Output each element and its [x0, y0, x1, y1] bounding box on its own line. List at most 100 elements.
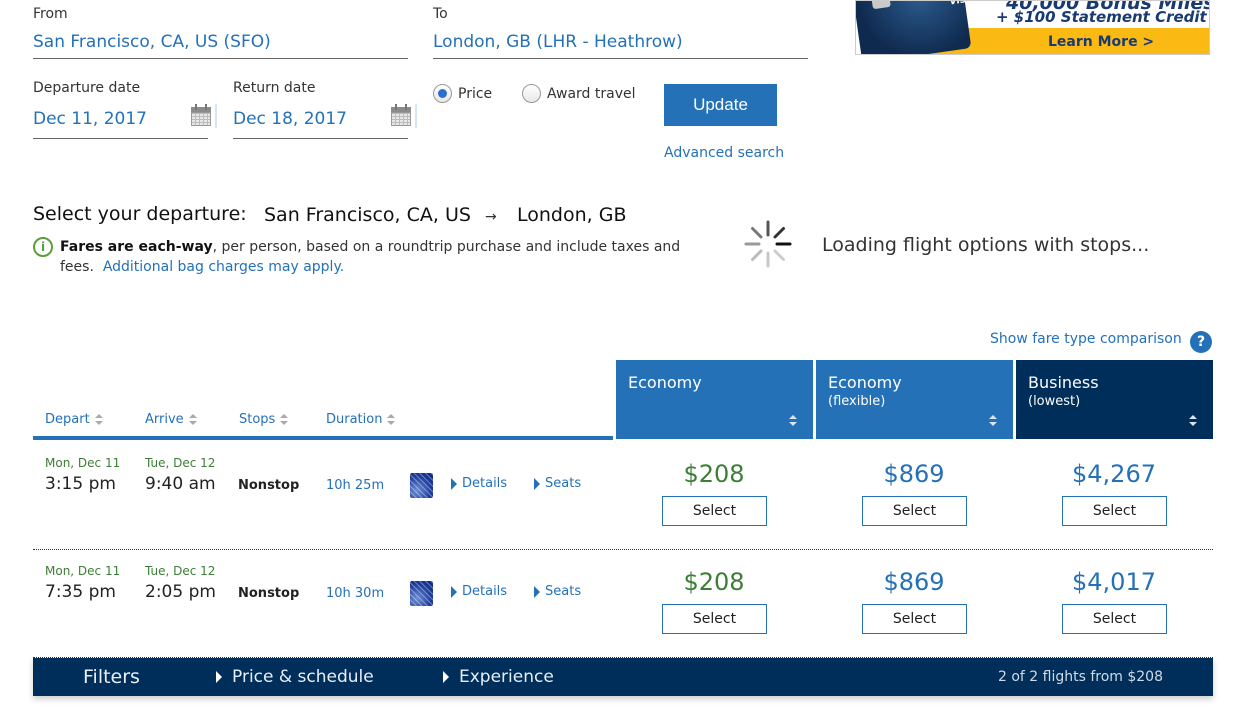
to-label: To — [433, 6, 448, 22]
depart-day: Mon, Dec 11 — [45, 456, 121, 470]
flights-count-summary: 2 of 2 flights from $208 — [997, 669, 1163, 685]
price-radio[interactable]: Price — [433, 84, 492, 103]
calendar-icon[interactable] — [190, 104, 217, 128]
sort-icon — [188, 414, 197, 425]
departure-date-value[interactable]: Dec 11, 2017 — [33, 109, 147, 129]
select-economy-flexible-button[interactable]: Select — [862, 496, 967, 526]
price-economy: $208 — [683, 460, 745, 488]
route-arrow-icon: → — [485, 209, 497, 225]
sort-duration[interactable]: Duration — [326, 412, 396, 427]
duration-value: 10h 30m — [326, 586, 385, 601]
airline-globe-logo-icon — [410, 581, 433, 606]
select-economy-button[interactable]: Select — [662, 496, 767, 526]
seats-label: Seats — [545, 476, 582, 491]
arrive-time: 2:05 pm — [145, 582, 216, 602]
expand-caret-icon — [534, 585, 540, 598]
flight-row: Mon, Dec 11 3:15 pm Tue, Dec 12 9:40 am … — [33, 442, 1213, 550]
return-date-value[interactable]: Dec 18, 2017 — [233, 109, 347, 129]
price-economy: $208 — [683, 568, 745, 596]
route-destination: London, GB — [517, 204, 627, 226]
price-economy-flexible: $869 — [883, 568, 945, 596]
details-label: Details — [462, 584, 508, 599]
col-stops-label: Stops — [239, 412, 276, 427]
cabin-title: Economy — [628, 373, 702, 392]
select-business-button[interactable]: Select — [1062, 496, 1167, 526]
price-schedule-filter[interactable]: Price & schedule — [216, 667, 374, 687]
sort-depart[interactable]: Depart — [45, 412, 103, 427]
cabin-title: Business — [1028, 373, 1099, 392]
seats-label: Seats — [545, 584, 582, 599]
sort-arrive[interactable]: Arrive — [145, 412, 197, 427]
loading-spinner-icon — [744, 220, 792, 268]
return-date-field[interactable]: Dec 18, 2017 — [233, 104, 417, 139]
depart-day: Mon, Dec 11 — [45, 564, 121, 578]
fares-note: Fares are each-way, per person, based on… — [60, 237, 700, 277]
price-economy-flexible: $869 — [883, 460, 945, 488]
depart-time: 3:15 pm — [45, 474, 116, 494]
award-travel-radio-label: Award travel — [547, 85, 636, 102]
from-input[interactable]: San Francisco, CA, US (SFO) — [33, 32, 408, 59]
header-divider — [33, 436, 613, 440]
return-date-label: Return date — [233, 80, 316, 96]
award-travel-radio[interactable]: Award travel — [522, 84, 636, 103]
cabin-subtitle: (lowest) — [1028, 394, 1081, 409]
visa-logo: VISA — [949, 0, 975, 8]
details-link[interactable]: Details — [451, 476, 507, 491]
seats-link[interactable]: Seats — [534, 584, 581, 599]
arrive-time: 9:40 am — [145, 474, 216, 494]
bag-charges-link[interactable]: Additional bag charges may apply. — [103, 259, 344, 275]
experience-filter[interactable]: Experience — [443, 667, 554, 687]
show-fare-comparison-link[interactable]: Show fare type comparison — [990, 331, 1182, 347]
price-business: $4,017 — [1072, 568, 1156, 596]
filters-title[interactable]: Filters — [83, 666, 140, 688]
sort-stops[interactable]: Stops — [239, 412, 289, 427]
cabin-header-economy[interactable]: Economy — [616, 360, 813, 439]
expand-caret-icon — [216, 671, 222, 683]
expand-caret-icon — [443, 671, 449, 683]
route-origin: San Francisco, CA, US — [264, 204, 471, 226]
sort-icon — [94, 414, 103, 425]
flight-row: Mon, Dec 11 7:35 pm Tue, Dec 12 2:05 pm … — [33, 550, 1213, 658]
cabin-header-business[interactable]: Business (lowest) — [1016, 360, 1213, 439]
to-input[interactable]: London, GB (LHR - Heathrow) — [433, 32, 808, 59]
price-schedule-label: Price & schedule — [232, 667, 374, 687]
duration-value: 10h 25m — [326, 478, 385, 493]
radio-selected-icon[interactable] — [433, 84, 452, 103]
departure-date-field[interactable]: Dec 11, 2017 — [33, 104, 217, 139]
arrive-day: Tue, Dec 12 — [145, 564, 216, 578]
price-business: $4,267 — [1072, 460, 1156, 488]
info-icon: i — [33, 237, 53, 257]
credit-card-image: VISA — [856, 0, 975, 54]
stops-value: Nonstop — [238, 586, 300, 601]
update-button[interactable]: Update — [664, 84, 777, 126]
cabin-title: Economy — [828, 373, 902, 392]
expand-caret-icon — [451, 477, 457, 490]
loading-text: Loading flight options with stops... — [822, 234, 1150, 256]
cabin-header-economy-flexible[interactable]: Economy (flexible) — [816, 360, 1013, 439]
ad-credit-text: + $100 Statement Credit — [996, 8, 1207, 26]
sort-icon[interactable] — [989, 415, 997, 426]
depart-time: 7:35 pm — [45, 582, 116, 602]
sort-icon[interactable] — [789, 415, 797, 426]
col-depart-label: Depart — [45, 412, 90, 427]
stops-value: Nonstop — [238, 478, 300, 493]
help-icon[interactable]: ? — [1190, 331, 1212, 353]
credit-card-ad-banner[interactable]: VISA 40,000 Bonus Miles + $100 Statement… — [855, 0, 1210, 55]
cabin-subtitle: (flexible) — [828, 394, 886, 409]
sort-icon[interactable] — [1189, 415, 1197, 426]
col-arrive-label: Arrive — [145, 412, 184, 427]
price-radio-label: Price — [458, 85, 493, 102]
calendar-icon[interactable] — [390, 104, 417, 128]
advanced-search-link[interactable]: Advanced search — [664, 145, 784, 161]
seats-link[interactable]: Seats — [534, 476, 581, 491]
radio-unselected-icon[interactable] — [522, 84, 541, 103]
select-economy-button[interactable]: Select — [662, 604, 767, 634]
details-link[interactable]: Details — [451, 584, 507, 599]
from-label: From — [33, 6, 68, 22]
ad-learn-more-link[interactable]: Learn More > — [1048, 34, 1154, 50]
card-chip-icon — [870, 1, 891, 10]
airline-globe-logo-icon — [410, 473, 433, 498]
select-business-button[interactable]: Select — [1062, 604, 1167, 634]
select-economy-flexible-button[interactable]: Select — [862, 604, 967, 634]
sort-icon — [387, 414, 396, 425]
